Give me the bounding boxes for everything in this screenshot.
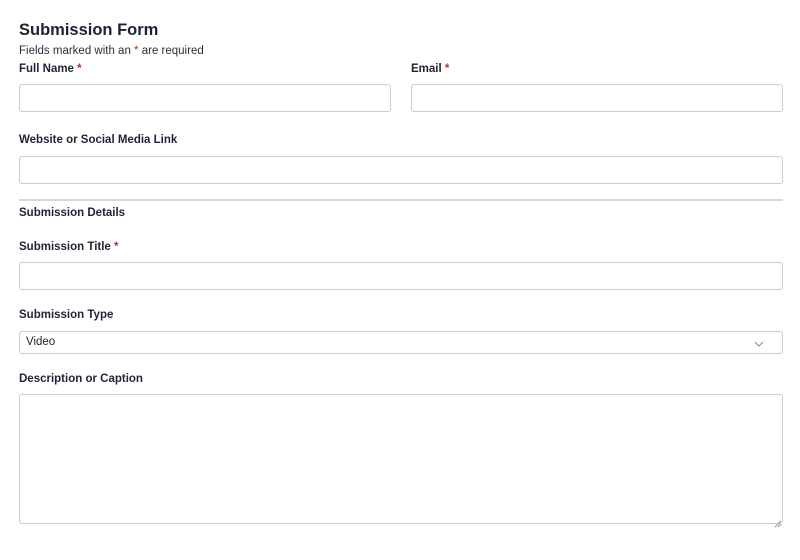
- full-name-required-mark: *: [77, 63, 82, 75]
- resize-grip-icon[interactable]: [774, 515, 782, 528]
- submission-type-label: Submission Type: [19, 309, 114, 321]
- description-label: Description or Caption: [19, 373, 143, 385]
- email-label: Email *: [411, 63, 449, 75]
- website-input[interactable]: [19, 156, 783, 184]
- submission-details-heading: Submission Details: [19, 207, 126, 219]
- email-required-mark: *: [444, 63, 450, 75]
- submission-form-page: Submission Form Fields marked with an * …: [0, 0, 800, 560]
- chevron-down-icon: [754, 336, 764, 347]
- form-title: Submission Form: [19, 21, 159, 39]
- submission-type-value: Video: [26, 336, 56, 348]
- full-name-input[interactable]: [19, 84, 391, 112]
- full-name-label-text: Full Name: [19, 63, 74, 75]
- required-note-suffix: are required: [138, 45, 204, 57]
- submission-type-select[interactable]: Video: [19, 331, 783, 354]
- submission-title-required-mark: *: [114, 241, 119, 253]
- submission-title-label: Submission Title *: [19, 241, 119, 253]
- website-label: Website or Social Media Link: [19, 134, 178, 146]
- required-note: Fields marked with an * are required: [19, 45, 204, 57]
- submission-title-input[interactable]: [19, 262, 783, 290]
- email-input[interactable]: [411, 84, 783, 112]
- full-name-label: Full Name *: [19, 63, 82, 75]
- email-label-text: Email: [411, 63, 442, 75]
- description-textarea[interactable]: [19, 394, 783, 524]
- submission-title-label-text: Submission Title: [19, 241, 111, 253]
- required-note-prefix: Fields marked with an: [19, 45, 135, 57]
- section-divider: [19, 199, 783, 201]
